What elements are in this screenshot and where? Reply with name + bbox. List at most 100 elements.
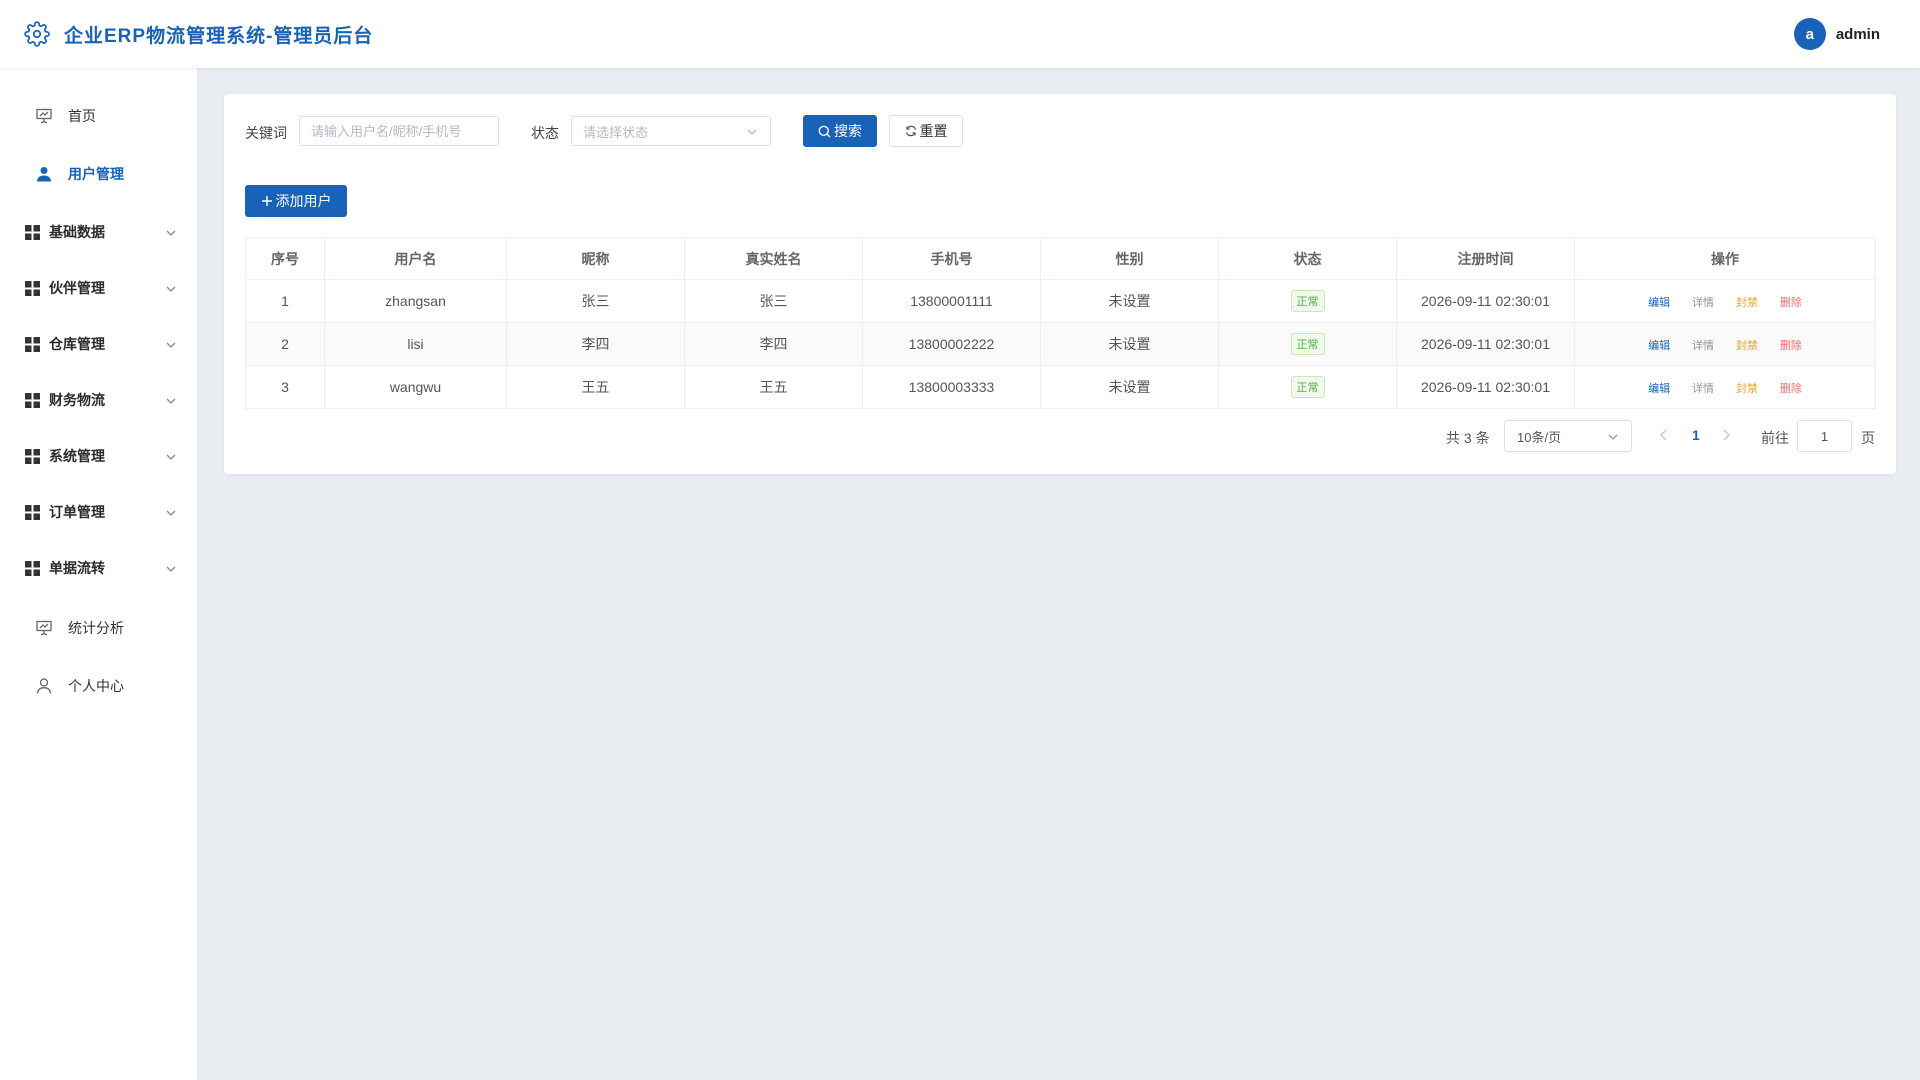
- pagination-total: 共 3 条: [1446, 430, 1490, 446]
- plus-icon: [261, 195, 273, 207]
- sidebar-item-label: 统计分析: [68, 620, 124, 636]
- grid-icon: [22, 446, 42, 466]
- sidebar-item-label: 单据流转: [49, 560, 105, 576]
- cell-status: 正常: [1218, 279, 1397, 323]
- status-badge: 正常: [1290, 290, 1325, 312]
- sidebar-item-label: 首页: [68, 108, 96, 124]
- column-header: 昵称: [506, 237, 685, 280]
- user-list-card: 关键词 状态 请选择状态 搜索 重置 添加用户 序号 用户名: [224, 94, 1896, 474]
- username[interactable]: admin: [1836, 26, 1880, 43]
- grid-icon: [22, 390, 42, 410]
- refresh-icon: [905, 125, 917, 137]
- table-row: 2 lisi 李四 李四 13800002222 未设置 正常 2026-09-…: [245, 322, 1876, 366]
- sidebar-item-document-flow[interactable]: 单据流转: [0, 548, 197, 588]
- delete-link[interactable]: 删除: [1780, 383, 1802, 395]
- page-size-value: 10条/页: [1517, 429, 1562, 445]
- cell-phone: 13800001111: [862, 279, 1041, 323]
- sidebar-item-statistics[interactable]: 统计分析: [0, 608, 197, 648]
- edit-link[interactable]: 编辑: [1648, 340, 1670, 352]
- delete-link[interactable]: 删除: [1780, 340, 1802, 352]
- search-button[interactable]: 搜索: [803, 115, 877, 147]
- cell-phone: 13800002222: [862, 322, 1041, 366]
- chevron-left-icon[interactable]: [1658, 428, 1670, 447]
- table-row: 1 zhangsan 张三 张三 13800001111 未设置 正常 2026…: [245, 279, 1876, 323]
- cell-actions: 编辑 详情 封禁 删除: [1574, 322, 1876, 366]
- column-header: 序号: [245, 237, 325, 280]
- cell-index: 1: [245, 279, 325, 323]
- add-user-button[interactable]: 添加用户: [245, 185, 347, 217]
- chevron-down-icon: [165, 506, 177, 524]
- page-unit-label: 页: [1861, 430, 1875, 446]
- cell-gender: 未设置: [1040, 365, 1219, 409]
- status-select-placeholder: 请选择状态: [583, 124, 649, 140]
- sidebar-item-basic-data[interactable]: 基础数据: [0, 212, 197, 252]
- chevron-down-icon: [165, 226, 177, 244]
- delete-link[interactable]: 删除: [1780, 297, 1802, 309]
- cell-registered: 2026-09-11 02:30:01: [1396, 365, 1575, 409]
- sidebar-item-home[interactable]: 首页: [0, 96, 197, 136]
- cell-phone: 13800003333: [862, 365, 1041, 409]
- user-table: 序号 用户名 昵称 真实姓名 手机号 性别 状态 注册时间 操作 1 zhang…: [245, 237, 1876, 409]
- goto-label: 前往: [1761, 430, 1789, 446]
- sidebar-item-label: 用户管理: [68, 166, 124, 182]
- detail-link[interactable]: 详情: [1692, 340, 1714, 352]
- page-size-select[interactable]: 10条/页: [1504, 420, 1632, 452]
- status-label: 状态: [531, 125, 559, 141]
- user-menu[interactable]: a admin: [1793, 18, 1880, 50]
- top-header: 企业ERP物流管理系统-管理员后台 a admin: [0, 0, 1920, 68]
- grid-icon: [22, 502, 42, 522]
- chevron-right-icon[interactable]: [1720, 428, 1732, 447]
- chevron-down-icon: [165, 450, 177, 468]
- grid-icon: [22, 222, 42, 242]
- sidebar-item-label: 个人中心: [68, 678, 124, 694]
- chevron-down-icon: [165, 562, 177, 580]
- column-header: 操作: [1574, 237, 1876, 280]
- cell-realname: 张三: [684, 279, 863, 323]
- keyword-label: 关键词: [245, 125, 287, 141]
- goto-page-input[interactable]: [1797, 420, 1852, 452]
- sidebar-item-label: 系统管理: [49, 448, 105, 464]
- app-title: 企业ERP物流管理系统-管理员后台: [64, 25, 374, 47]
- gear-icon: [24, 20, 52, 48]
- sidebar-item-finance-logistics[interactable]: 财务物流: [0, 380, 197, 420]
- sidebar-item-label: 财务物流: [49, 392, 105, 408]
- sidebar-item-warehouse-management[interactable]: 仓库管理: [0, 324, 197, 364]
- grid-icon: [22, 558, 42, 578]
- column-header: 用户名: [324, 237, 507, 280]
- ban-link[interactable]: 封禁: [1736, 297, 1758, 309]
- detail-link[interactable]: 详情: [1692, 383, 1714, 395]
- user-outline-icon: [34, 676, 54, 696]
- status-select[interactable]: 请选择状态: [571, 116, 771, 146]
- sidebar-item-label: 订单管理: [49, 504, 105, 520]
- cell-registered: 2026-09-11 02:30:01: [1396, 279, 1575, 323]
- page-number-current[interactable]: 1: [1692, 427, 1700, 443]
- cell-index: 3: [245, 365, 325, 409]
- edit-link[interactable]: 编辑: [1648, 297, 1670, 309]
- reset-button[interactable]: 重置: [889, 115, 963, 147]
- sidebar-item-label: 基础数据: [49, 224, 105, 240]
- sidebar-item-user-management[interactable]: 用户管理: [0, 154, 197, 194]
- sidebar: 首页 用户管理 基础数据 伙伴管理 仓库管理 财务物流 系统管理 订单管理 单据…: [0, 68, 198, 1080]
- cell-realname: 王五: [684, 365, 863, 409]
- sidebar-item-system-management[interactable]: 系统管理: [0, 436, 197, 476]
- keyword-input[interactable]: [299, 116, 499, 146]
- column-header: 真实姓名: [684, 237, 863, 280]
- cell-realname: 李四: [684, 322, 863, 366]
- avatar[interactable]: a: [1793, 18, 1826, 50]
- presentation-icon: [34, 618, 54, 638]
- sidebar-item-order-management[interactable]: 订单管理: [0, 492, 197, 532]
- cell-index: 2: [245, 322, 325, 366]
- chevron-down-icon: [746, 126, 758, 141]
- edit-link[interactable]: 编辑: [1648, 383, 1670, 395]
- ban-link[interactable]: 封禁: [1736, 383, 1758, 395]
- table-row: 3 wangwu 王五 王五 13800003333 未设置 正常 2026-0…: [245, 365, 1876, 409]
- ban-link[interactable]: 封禁: [1736, 340, 1758, 352]
- detail-link[interactable]: 详情: [1692, 297, 1714, 309]
- sidebar-item-profile[interactable]: 个人中心: [0, 666, 197, 706]
- status-badge: 正常: [1290, 333, 1325, 355]
- chevron-down-icon: [1607, 431, 1619, 446]
- cell-gender: 未设置: [1040, 279, 1219, 323]
- cell-status: 正常: [1218, 322, 1397, 366]
- search-icon: [818, 125, 831, 138]
- sidebar-item-partner-management[interactable]: 伙伴管理: [0, 268, 197, 308]
